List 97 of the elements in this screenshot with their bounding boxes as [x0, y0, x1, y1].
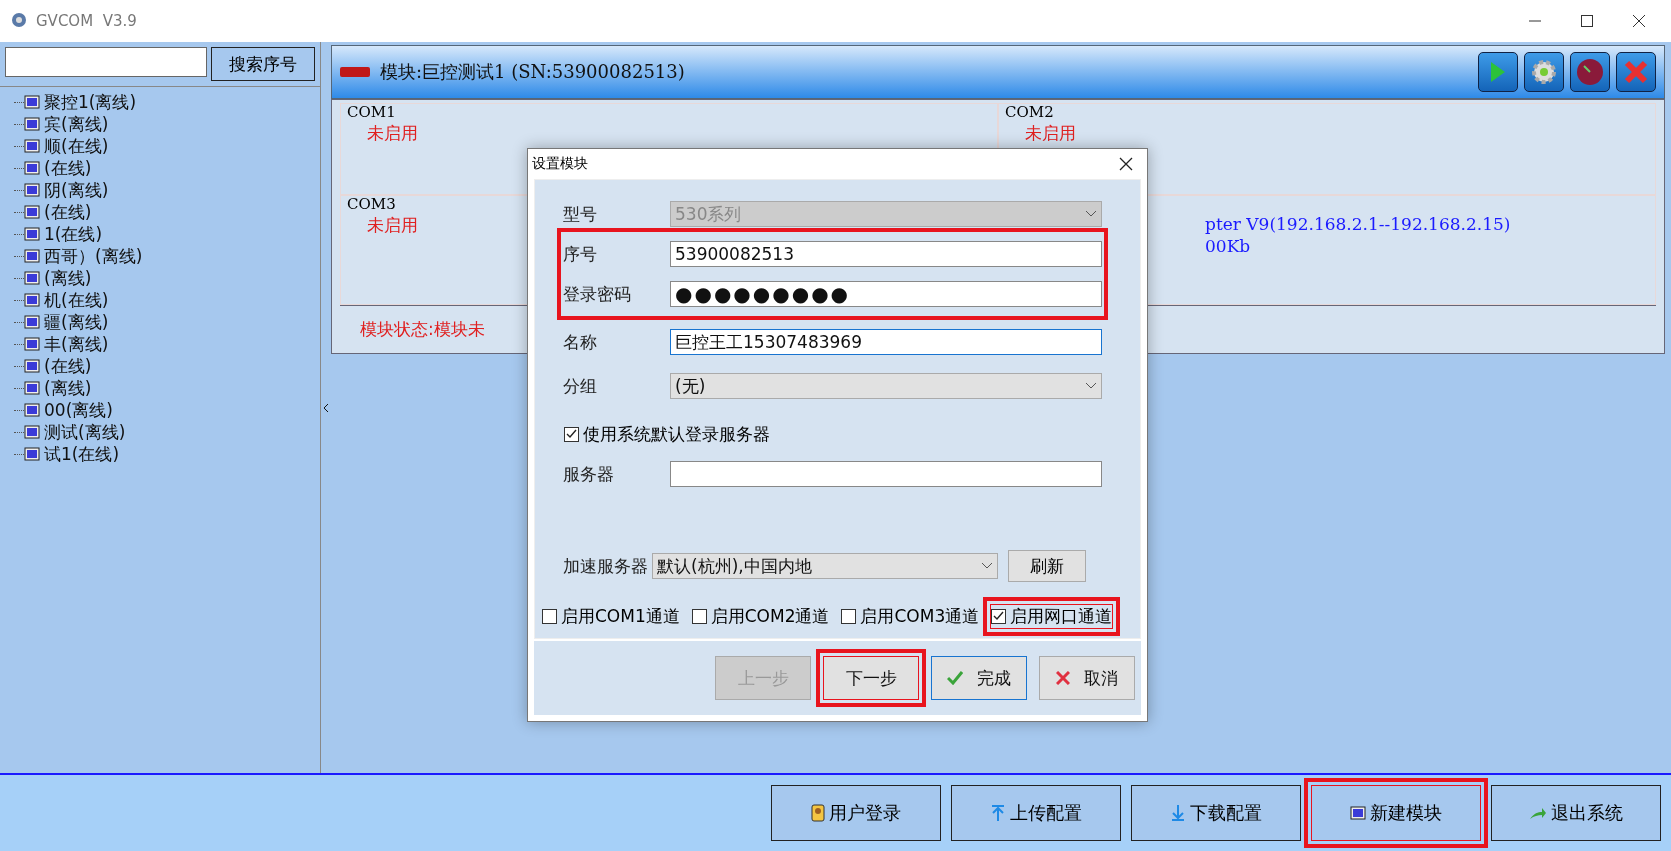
tree-item[interactable]: 试1(在线)	[44, 442, 120, 466]
port-name: COM2	[1005, 104, 1054, 120]
port-status: 未启用	[367, 122, 418, 145]
tree-item[interactable]: 1(在线)	[44, 222, 103, 246]
password-field[interactable]: ●●●●●●●●●	[670, 281, 1102, 307]
caret-icon	[1085, 382, 1097, 390]
play-button[interactable]	[1478, 52, 1518, 92]
dialog-button[interactable]: 完成	[931, 656, 1027, 700]
tree-item[interactable]: (在线)	[44, 354, 92, 378]
tree-item[interactable]: 阴(离线)	[44, 178, 109, 202]
tree-item[interactable]: 00(离线)	[44, 398, 113, 422]
toolbar-button[interactable]: 用户登录	[771, 785, 941, 841]
close-icon[interactable]	[1633, 15, 1645, 27]
status-led-icon	[340, 67, 370, 77]
tree-item[interactable]: 丰(离线)	[44, 332, 109, 356]
maximize-icon[interactable]	[1581, 15, 1593, 27]
module-icon	[24, 315, 40, 329]
toolbar-button[interactable]: 退出系统	[1491, 785, 1661, 841]
tree-item[interactable]: (在线)	[44, 156, 92, 180]
tree-item[interactable]: (离线)	[44, 266, 92, 290]
toolbar-button[interactable]: 下载配置	[1131, 785, 1301, 841]
check-icon	[947, 671, 963, 685]
dialog-button[interactable]: 取消	[1039, 656, 1135, 700]
toolbar-button[interactable]: 上传配置	[951, 785, 1121, 841]
search-button[interactable]: 搜索序号	[211, 47, 315, 81]
module-icon	[24, 139, 40, 153]
module-icon	[24, 403, 40, 417]
refresh-button[interactable]: 刷新	[1008, 550, 1086, 582]
settings-button[interactable]	[1524, 52, 1564, 92]
port-status: 未启用	[1025, 122, 1076, 145]
module-icon	[24, 205, 40, 219]
tree-item[interactable]: 宾(离线)	[44, 112, 109, 136]
module-icon	[1350, 806, 1366, 820]
channel-checkbox[interactable]: 启用COM1通道	[541, 603, 681, 629]
field-label: 名称	[563, 330, 598, 354]
checkmark-icon	[566, 428, 577, 440]
field-label: 登录密码	[563, 282, 632, 306]
module-icon	[24, 293, 40, 307]
field-label: 型号	[563, 202, 598, 226]
module-icon	[24, 227, 40, 241]
field-label: 序号	[563, 242, 598, 266]
group-select[interactable]: (无)	[670, 373, 1102, 399]
channel-checkbox[interactable]: 启用COM3通道	[840, 603, 981, 629]
port-name: COM3	[347, 195, 396, 212]
tree-item[interactable]: 测试(离线)	[44, 420, 126, 444]
module-title: 模块:巨控测试1 (SN:53900082513)	[380, 60, 685, 84]
module-icon	[24, 425, 40, 439]
module-icon	[24, 271, 40, 285]
module-icon	[24, 447, 40, 461]
tree-item[interactable]: 疆(离线)	[44, 310, 109, 334]
default-server-checkbox[interactable]: 使用系统默认登录服务器	[563, 421, 771, 447]
dialog-title: 设置模块	[532, 155, 588, 173]
checkmark-icon	[993, 610, 1005, 622]
close-icon	[1624, 60, 1648, 84]
tree-item[interactable]: 机(在线)	[44, 288, 109, 312]
channel-checkbox[interactable]: 启用COM2通道	[690, 603, 831, 629]
field-label: 分组	[563, 374, 598, 398]
app-icon	[10, 12, 28, 30]
module-status: 模块状态:模块未	[360, 319, 485, 339]
gauge-icon	[1576, 58, 1604, 86]
server-field[interactable]	[670, 461, 1102, 487]
arrow-icon	[1529, 806, 1547, 820]
close-icon[interactable]	[1119, 157, 1133, 171]
port-name: COM1	[347, 104, 396, 120]
close-icon	[1056, 671, 1070, 685]
name-field[interactable]: 巨控王工15307483969	[670, 329, 1102, 355]
tree-item[interactable]: 西哥）(离线)	[44, 244, 143, 268]
module-icon	[24, 117, 40, 131]
download-arrow-icon	[1170, 804, 1186, 822]
tree-item[interactable]: (离线)	[44, 376, 92, 400]
module-icon	[24, 249, 40, 263]
tree-item[interactable]: 聚控1(离线)	[44, 90, 137, 114]
gear-icon	[1531, 59, 1557, 85]
module-icon	[24, 95, 40, 109]
port-status: pter V9(192.168.2.1--192.168.2.15)	[1205, 213, 1511, 234]
port-status: 00Kb	[1205, 235, 1251, 256]
window-title: GVCOM V3.9	[36, 12, 137, 30]
upload-arrow-icon	[990, 804, 1006, 822]
person-icon	[811, 804, 825, 822]
accel-server-select[interactable]: 默认(杭州),中国内地	[652, 553, 998, 579]
tree-item[interactable]: 顺(在线)	[44, 134, 109, 158]
caret-icon	[1085, 210, 1097, 218]
caret-icon	[981, 562, 993, 570]
module-icon	[24, 183, 40, 197]
module-icon	[24, 337, 40, 351]
close-button[interactable]	[1616, 52, 1656, 92]
gauge-button[interactable]	[1570, 52, 1610, 92]
field-label: 服务器	[563, 462, 615, 486]
search-field[interactable]	[5, 47, 207, 77]
module-icon	[24, 359, 40, 373]
module-icon	[24, 161, 40, 175]
play-icon	[1490, 61, 1506, 83]
module-icon	[24, 381, 40, 395]
port-status: 未启用	[367, 213, 418, 237]
tree-item[interactable]: (在线)	[44, 200, 92, 224]
field-label: 加速服务器	[563, 554, 648, 578]
serial-field[interactable]: 53900082513	[670, 241, 1102, 267]
